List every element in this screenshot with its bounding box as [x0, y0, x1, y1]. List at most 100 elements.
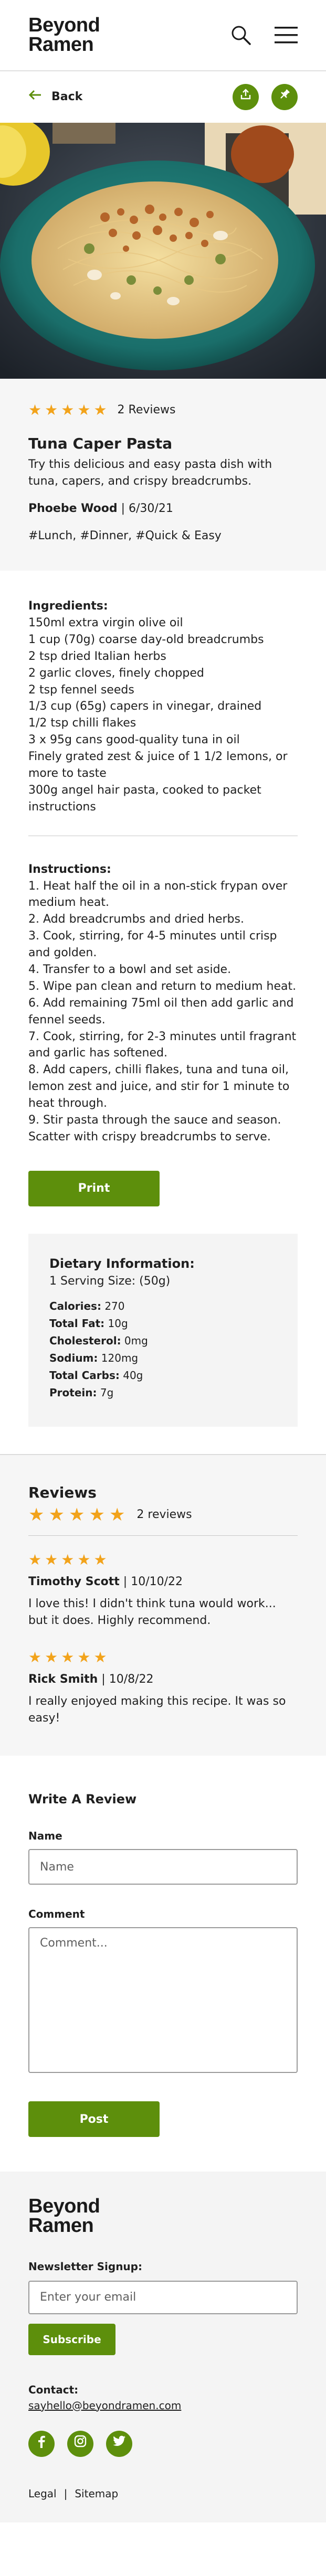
reviews-summary-rating: ★ ★ ★ ★ ★ 2 reviews	[28, 1506, 298, 1524]
review-author: Rick Smith	[28, 1672, 98, 1686]
review-rating: ★ ★ ★ ★ ★	[28, 1650, 298, 1665]
name-field[interactable]	[28, 1849, 298, 1885]
star-icon: ★	[109, 1504, 125, 1526]
contact-label: Contact:	[28, 2383, 79, 2396]
footer-logo[interactable]: Beyond Ramen	[28, 2195, 298, 2237]
instruction-step: 7. Cook, stirring, for 2-3 minutes until…	[28, 1030, 297, 1060]
nutrition-row: Protein: 7g	[49, 1384, 277, 1402]
link-separator: |	[64, 2487, 68, 2500]
logo-line-1: Beyond	[28, 14, 100, 36]
instagram-link[interactable]	[67, 2431, 93, 2457]
recipe-title: Tuna Caper Pasta	[28, 434, 173, 452]
star-icon: ★	[28, 401, 42, 419]
legal-link[interactable]: Legal	[28, 2486, 57, 2502]
comment-field[interactable]	[28, 1927, 298, 2073]
star-icon: ★	[93, 1648, 107, 1666]
post-review-button[interactable]: Post	[28, 2101, 160, 2137]
nutrition-label: Sodium:	[49, 1352, 98, 1365]
recipe-author[interactable]: Phoebe Wood	[28, 502, 118, 515]
star-icon: ★	[77, 401, 91, 419]
nutrition-value: 120mg	[101, 1352, 139, 1365]
logo-line-2: Ramen	[28, 2215, 94, 2237]
nutrition-label: Protein:	[49, 1386, 97, 1399]
twitter-link[interactable]	[106, 2431, 132, 2457]
facebook-link[interactable]	[28, 2431, 55, 2457]
instruction-step: 4. Transfer to a bowl and set aside.	[28, 963, 232, 976]
star-icon: ★	[68, 1504, 85, 1526]
review-rating: ★ ★ ★ ★ ★	[28, 1553, 298, 1567]
ingredient-item: 1 cup (70g) coarse day-old breadcrumbs	[28, 633, 264, 646]
comment-label: Comment	[28, 1908, 85, 1921]
pin-icon	[278, 88, 291, 106]
star-icon: ★	[77, 1551, 91, 1569]
reviews-divider	[28, 1535, 298, 1536]
logo-line-1: Beyond	[28, 2195, 100, 2218]
nutrition-label: Total Carbs:	[49, 1369, 120, 1382]
search-icon[interactable]	[230, 25, 251, 46]
instruction-step: 1. Heat half the oil in a non-stick fryp…	[28, 879, 288, 910]
instructions-block: Instructions: 1. Heat half the oil in a …	[28, 861, 298, 1146]
review-date: 10/10/22	[131, 1575, 183, 1589]
star-icon: ★	[93, 401, 107, 419]
facebook-icon	[36, 2434, 47, 2453]
star-icon: ★	[28, 1504, 45, 1526]
review-item: ★ ★ ★ ★ ★ Rick Smith | 10/8/22 I really …	[28, 1650, 298, 1727]
instruction-step: 6. Add remaining 75ml oil then add garli…	[28, 996, 294, 1027]
site-footer: Beyond Ramen Newsletter Signup: Subscrib…	[0, 2172, 326, 2523]
hamburger-menu-icon[interactable]	[275, 26, 298, 45]
name-label: Name	[28, 1830, 62, 1843]
share-button[interactable]	[233, 84, 259, 110]
instagram-icon	[73, 2434, 87, 2453]
recipe-toolbar: Back	[0, 71, 326, 123]
ingredient-item: 3 x 95g cans good-quality tuna in oil	[28, 733, 240, 747]
review-date: 10/8/22	[109, 1672, 154, 1686]
instructions-heading: Instructions:	[28, 862, 111, 876]
recipe-tags[interactable]: #Lunch, #Dinner, #Quick & Easy	[28, 528, 298, 544]
review-text: I love this! I didn't think tuna would w…	[28, 1597, 276, 1627]
star-icon: ★	[45, 1551, 58, 1569]
instruction-step: 5. Wipe pan clean and return to medium h…	[28, 979, 297, 993]
ingredient-item: Finely grated zest & juice of 1 1/2 lemo…	[28, 750, 288, 780]
recipe-rating[interactable]: ★ ★ ★ ★ ★ 2 Reviews	[28, 402, 298, 419]
nutrition-value: 10g	[108, 1317, 128, 1330]
recipe-byline: Phoebe Wood | 6/30/21	[28, 502, 173, 516]
twitter-icon	[112, 2435, 126, 2452]
reviews-heading: Reviews	[28, 1484, 97, 1502]
logo-line-2: Ramen	[28, 34, 94, 56]
nutrition-label: Total Fat:	[49, 1317, 105, 1330]
nutrition-label: Cholesterol:	[49, 1334, 121, 1348]
recipe-intro: ★ ★ ★ ★ ★ 2 Reviews Tuna Caper Pasta Try…	[0, 379, 326, 571]
ingredient-list: 150ml extra virgin olive oil 1 cup (70g)…	[28, 615, 298, 816]
nutrition-value: 270	[104, 1300, 125, 1313]
star-icon: ★	[28, 1648, 42, 1666]
instruction-step: 3. Cook, stirring, for 4-5 minutes until…	[28, 929, 277, 960]
review-meta: Timothy Scott | 10/10/22	[28, 1575, 183, 1589]
newsletter-email-field[interactable]	[28, 2280, 298, 2314]
contact-email-link[interactable]: sayhello@beyondramen.com	[28, 2398, 181, 2413]
recipe-detail: Ingredients: 150ml extra virgin olive oi…	[0, 571, 326, 1455]
serving-size: 1 Serving Size: (50g)	[49, 1274, 171, 1288]
site-logo[interactable]: Beyond Ramen	[28, 14, 100, 56]
star-icon: ★	[77, 1648, 91, 1666]
ingredient-item: 1/2 tsp chilli flakes	[28, 717, 136, 730]
instruction-step: 8. Add capers, chilli flakes, tuna and t…	[28, 1063, 290, 1110]
review-form-heading: Write A Review	[28, 1792, 137, 1807]
header-actions	[230, 25, 298, 46]
print-button[interactable]: Print	[28, 1170, 160, 1206]
review-form: Write A Review Name Comment Post	[0, 1756, 326, 2172]
nutrition-value: 0mg	[124, 1334, 148, 1348]
nutrition-row: Total Fat: 10g	[49, 1315, 277, 1332]
subscribe-button[interactable]: Subscribe	[28, 2323, 115, 2355]
dietary-info-card: Dietary Information: 1 Serving Size: (50…	[28, 1233, 298, 1427]
sitemap-link[interactable]: Sitemap	[75, 2486, 118, 2502]
star-icon: ★	[61, 1551, 75, 1569]
recipe-hero-image	[0, 123, 326, 379]
star-icon: ★	[61, 401, 75, 419]
share-icon	[239, 88, 252, 106]
back-link[interactable]: Back	[28, 89, 82, 105]
ingredient-item: 2 garlic cloves, finely chopped	[28, 666, 204, 680]
pin-button[interactable]	[271, 84, 298, 110]
back-label: Back	[51, 90, 83, 104]
star-icon: ★	[93, 1551, 107, 1569]
review-count-link[interactable]: 2 Reviews	[118, 402, 176, 419]
